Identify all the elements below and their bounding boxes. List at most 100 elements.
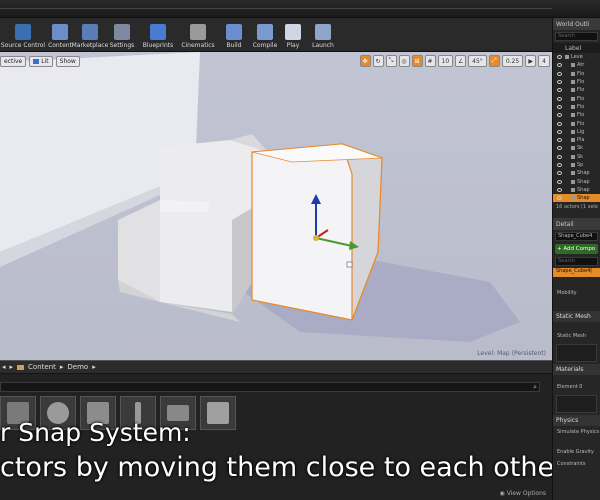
grid-size-value[interactable]: 10 <box>437 55 454 67</box>
toolbar-build-button[interactable]: Build <box>218 18 250 52</box>
visibility-eye-icon[interactable] <box>557 63 562 68</box>
outliner-row[interactable]: Sk <box>553 153 600 161</box>
toolbar-cinematics-button[interactable]: Cinematics <box>178 18 218 52</box>
physics-section[interactable]: Physics <box>553 415 600 427</box>
outliner-row-label: Flo <box>577 70 585 77</box>
surface-snap-icon[interactable]: ⊞ <box>411 55 423 67</box>
add-component-button[interactable]: + Add Compo <box>555 244 598 255</box>
component-selected-row[interactable]: Shape_Cube4( <box>553 268 600 278</box>
toolbar-source-control-button[interactable]: Source Control <box>0 18 46 52</box>
show-flags-button[interactable]: Show <box>55 56 80 67</box>
toolbar-marketplace-button[interactable]: Marketplace <box>72 18 108 52</box>
visibility-eye-icon[interactable] <box>557 121 562 126</box>
view-mode-perspective-button[interactable]: ective <box>0 56 27 67</box>
visibility-eye-icon[interactable] <box>557 96 562 101</box>
outliner-row-label: Flo <box>577 87 585 94</box>
actor-type-icon <box>571 171 575 176</box>
outliner-row[interactable]: Flo <box>553 94 600 102</box>
visibility-eye-icon[interactable] <box>557 129 562 134</box>
details-selected-name[interactable]: Shape_Cube4 <box>555 232 598 242</box>
outliner-row[interactable]: Shap <box>553 186 600 194</box>
translate-mode-icon[interactable]: ✥ <box>359 55 371 67</box>
toolbar-settings-button[interactable]: Settings <box>106 18 138 52</box>
blueprints-icon <box>150 24 166 40</box>
scene-render[interactable] <box>0 52 552 360</box>
outliner-row[interactable]: Flo <box>553 111 600 119</box>
outliner-label-column[interactable]: Label <box>553 43 600 53</box>
world-local-icon[interactable]: ◎ <box>398 55 410 67</box>
element-0-label: Element 0 <box>557 384 583 391</box>
asset-thumbnail[interactable] <box>200 396 236 430</box>
asset-search-input[interactable]: ⌕ <box>0 382 540 392</box>
nav-forward-icon[interactable]: ▸ <box>10 363 14 371</box>
camera-speed-value[interactable]: 4 <box>538 55 550 67</box>
launch-icon <box>315 24 331 40</box>
scale-snap-icon[interactable]: ⤢ <box>488 55 500 67</box>
visibility-eye-icon[interactable] <box>557 138 562 143</box>
view-options-button[interactable]: ◉ View Options <box>500 490 546 497</box>
actor-type-icon <box>571 113 575 118</box>
world-outliner-tab[interactable]: World Outli <box>553 18 600 30</box>
simulate-physics-label: Simulate Physics <box>557 429 600 436</box>
outliner-row[interactable]: Shap <box>553 177 600 185</box>
outliner-row[interactable]: Sk <box>553 144 600 152</box>
visibility-eye-icon[interactable] <box>557 154 562 159</box>
rotation-snap-value[interactable]: 45° <box>468 55 487 67</box>
outliner-row[interactable]: Atr <box>553 61 600 69</box>
actor-type-icon <box>571 154 575 159</box>
rotate-mode-icon[interactable]: ↻ <box>372 55 384 67</box>
outliner-row[interactable]: Sp <box>553 161 600 169</box>
level-viewport[interactable]: ective Lit Show ✥ ↻ ⤡ ◎ ⊞ # 10 ∠ 45° ⤢ 0… <box>0 52 552 360</box>
visibility-eye-icon[interactable] <box>557 80 562 85</box>
details-search-input[interactable]: Search <box>555 257 598 267</box>
outliner-actor-count: 16 actors (1 sele <box>556 204 598 211</box>
visibility-eye-icon[interactable] <box>557 113 562 118</box>
materials-section[interactable]: Materials <box>553 364 600 376</box>
toolbar-button-label: Content <box>48 42 72 49</box>
search-icon: ⌕ <box>533 383 537 391</box>
outliner-row[interactable]: Lig <box>553 128 600 136</box>
visibility-eye-icon[interactable] <box>557 88 562 93</box>
visibility-eye-icon[interactable] <box>557 55 562 60</box>
visibility-eye-icon[interactable] <box>557 171 562 176</box>
outliner-row[interactable]: Flo <box>553 86 600 94</box>
nav-back-icon[interactable]: ◂ <box>2 363 6 371</box>
grid-snap-icon[interactable]: # <box>424 55 436 67</box>
toolbar-button-label: Cinematics <box>181 42 215 49</box>
compile-icon <box>257 24 273 40</box>
toolbar-compile-button[interactable]: Compile <box>250 18 280 52</box>
details-tab[interactable]: Detail <box>553 218 600 231</box>
outliner-row[interactable]: Flo <box>553 78 600 86</box>
static-mesh-section[interactable]: Static Mesh <box>553 311 600 323</box>
toolbar-blueprints-button[interactable]: Blueprints <box>138 18 178 52</box>
path-content[interactable]: Content <box>28 363 56 371</box>
visibility-eye-icon[interactable] <box>557 71 562 76</box>
scale-snap-value[interactable]: 0.25 <box>501 55 524 67</box>
visibility-eye-icon[interactable] <box>557 187 562 192</box>
visibility-eye-icon[interactable] <box>557 163 562 167</box>
outliner-row[interactable]: Flo <box>553 119 600 127</box>
toolbar-play-button[interactable]: Play <box>280 18 306 52</box>
path-demo[interactable]: Demo <box>67 363 88 371</box>
visibility-eye-icon[interactable] <box>557 146 562 151</box>
outliner-row[interactable]: Shap <box>553 169 600 177</box>
outliner-row[interactable]: Pla <box>553 136 600 144</box>
camera-speed-icon[interactable]: ▶ <box>525 55 537 67</box>
outliner-row[interactable]: Flo <box>553 103 600 111</box>
visibility-eye-icon[interactable] <box>557 104 562 109</box>
outliner-row[interactable]: Leve <box>553 53 600 61</box>
toolbar-content-button[interactable]: Content <box>46 18 74 52</box>
scale-mode-icon[interactable]: ⤡ <box>385 55 397 67</box>
rotation-snap-icon[interactable]: ∠ <box>455 55 467 67</box>
actor-type-icon <box>571 104 575 109</box>
visibility-eye-icon[interactable] <box>557 179 562 184</box>
outliner-search-input[interactable]: Search <box>555 32 598 41</box>
outliner-row[interactable]: Shap <box>553 194 600 203</box>
toolbar-launch-button[interactable]: Launch <box>306 18 340 52</box>
visibility-eye-icon[interactable] <box>557 196 562 201</box>
static-mesh-thumbnail[interactable] <box>556 344 597 363</box>
static-mesh-label: Static Mesh <box>557 333 587 340</box>
material-thumbnail[interactable] <box>556 395 597 414</box>
view-mode-lit-button[interactable]: Lit <box>29 56 53 67</box>
outliner-row[interactable]: Flo <box>553 70 600 78</box>
